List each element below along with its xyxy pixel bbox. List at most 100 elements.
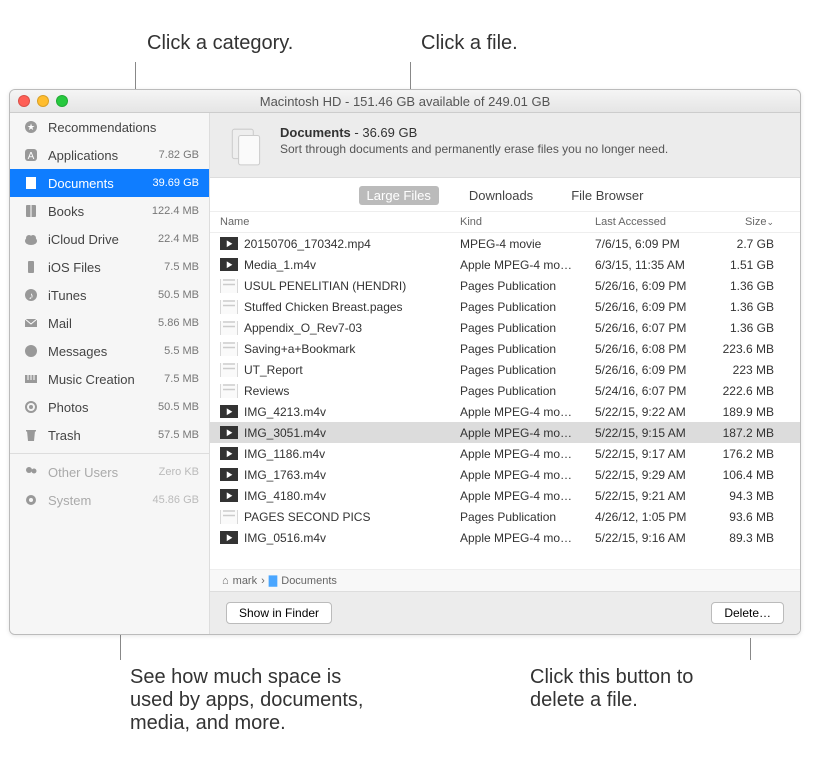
- file-date: 5/26/16, 6:09 PM: [595, 279, 710, 293]
- file-icon: [220, 300, 238, 314]
- sidebar-item-itunes[interactable]: ♪ iTunes 50.5 MB: [10, 281, 209, 309]
- file-kind: Apple MPEG-4 mo…: [460, 468, 595, 482]
- cloud-icon: [22, 230, 40, 248]
- show-in-finder-button[interactable]: Show in Finder: [226, 602, 332, 624]
- sidebar-item-label: Messages: [48, 344, 156, 359]
- breadcrumb[interactable]: ⌂ mark › ▇ Documents: [210, 569, 800, 591]
- sidebar-item-size: Zero KB: [159, 466, 199, 478]
- table-row[interactable]: IMG_4180.m4vApple MPEG-4 mo…5/22/15, 9:2…: [210, 485, 800, 506]
- sidebar-item-documents[interactable]: Documents39.69 GB: [10, 169, 209, 197]
- table-row[interactable]: IMG_1763.m4vApple MPEG-4 mo…5/22/15, 9:2…: [210, 464, 800, 485]
- tab-file-browser[interactable]: File Browser: [563, 186, 651, 205]
- sidebar-item-other-users: Other UsersZero KB: [10, 458, 209, 486]
- table-row[interactable]: IMG_1186.m4v Apple MPEG-4 mo…5/22/15, 9:1…: [210, 443, 800, 464]
- svg-text:★: ★: [27, 122, 35, 132]
- col-size[interactable]: Size⌄: [710, 216, 790, 228]
- file-icon: [220, 384, 238, 398]
- file-size: 189.9 MB: [710, 405, 790, 419]
- file-size: 1.51 GB: [710, 258, 790, 272]
- file-icon: [220, 258, 238, 272]
- table-row[interactable]: IMG_0516.m4vApple MPEG-4 mo…5/22/15, 9:1…: [210, 527, 800, 548]
- sidebar-item-label: iTunes: [48, 288, 150, 303]
- file-date: 5/24/16, 6:07 PM: [595, 384, 710, 398]
- sidebar-item-size: 22.4 MB: [158, 233, 199, 245]
- mail-icon: [22, 314, 40, 332]
- file-icon: [220, 279, 238, 293]
- callout-delete: Click this button to delete a file.: [530, 666, 740, 712]
- titlebar: Macintosh HD - 151.46 GB available of 24…: [10, 90, 800, 113]
- sidebar-item-applications[interactable]: AApplications7.82 GB: [10, 141, 209, 169]
- file-kind: Pages Publication: [460, 363, 595, 377]
- file-kind: Apple MPEG-4 mo…: [460, 258, 595, 272]
- file-size: 93.6 MB: [710, 510, 790, 524]
- table-row[interactable]: IMG_3051.m4vApple MPEG-4 mo…5/22/15, 9:1…: [210, 422, 800, 443]
- file-icon: [220, 447, 238, 461]
- table-row[interactable]: IMG_4213.m4vApple MPEG-4 mo…5/22/15, 9:2…: [210, 401, 800, 422]
- sidebar-item-size: 7.5 MB: [164, 373, 199, 385]
- col-name[interactable]: Name: [220, 216, 460, 228]
- file-kind: Apple MPEG-4 mo…: [460, 531, 595, 545]
- file-date: 5/26/16, 6:09 PM: [595, 363, 710, 377]
- callout-space: See how much space is used by apps, docu…: [130, 666, 390, 735]
- file-name: PAGES SECOND PICS: [244, 510, 370, 524]
- svg-text:♪: ♪: [29, 291, 34, 302]
- file-icon: [220, 489, 238, 503]
- sidebar: ★RecommendationsAApplications7.82 GBDocu…: [10, 113, 210, 634]
- table-row[interactable]: USUL PENELITIAN (HENDRI)Pages Publicatio…: [210, 275, 800, 296]
- table-row[interactable]: Saving+a+BookmarkPages Publication5/26/1…: [210, 338, 800, 359]
- tab-large-files[interactable]: Large Files: [359, 186, 439, 205]
- header-subtitle: Sort through documents and permanently e…: [280, 142, 784, 156]
- sidebar-item-size: 50.5 MB: [158, 401, 199, 413]
- file-date: 5/26/16, 6:07 PM: [595, 321, 710, 335]
- home-icon: ⌂: [222, 575, 229, 587]
- file-size: 223.6 MB: [710, 342, 790, 356]
- sidebar-item-ios-files[interactable]: iOS Files7.5 MB: [10, 253, 209, 281]
- tab-downloads[interactable]: Downloads: [461, 186, 541, 205]
- file-date: 5/22/15, 9:21 AM: [595, 489, 710, 503]
- file-name: IMG_1186.m4v: [244, 447, 325, 461]
- file-icon: [220, 405, 238, 419]
- col-kind[interactable]: Kind: [460, 216, 595, 228]
- sidebar-item-label: iOS Files: [48, 260, 156, 275]
- delete-button[interactable]: Delete…: [711, 602, 784, 624]
- sidebar-item-photos[interactable]: Photos 50.5 MB: [10, 393, 209, 421]
- tabs: Large Files Downloads File Browser: [210, 178, 800, 211]
- sidebar-item-recommendations[interactable]: ★Recommendations: [10, 113, 209, 141]
- sidebar-item-books[interactable]: Books 122.4 MB: [10, 197, 209, 225]
- sidebar-item-music-creation[interactable]: Music Creation7.5 MB: [10, 365, 209, 393]
- sidebar-item-size: 45.86 GB: [153, 494, 199, 506]
- col-date[interactable]: Last Accessed: [595, 216, 710, 228]
- header-title: Documents - 36.69 GB: [280, 125, 784, 140]
- file-kind: Apple MPEG-4 mo…: [460, 447, 595, 461]
- sidebar-item-label: Photos: [48, 400, 150, 415]
- file-date: 5/22/15, 9:22 AM: [595, 405, 710, 419]
- sidebar-item-mail[interactable]: Mail5.86 MB: [10, 309, 209, 337]
- trash-icon: [22, 426, 40, 444]
- file-name: UT_Report: [244, 363, 303, 377]
- file-size: 222.6 MB: [710, 384, 790, 398]
- table-row[interactable]: Appendix_O_Rev7-03✕⌕Pages Publication5/2…: [210, 317, 800, 338]
- table-row[interactable]: Media_1.m4vApple MPEG-4 mo…6/3/15, 11:35…: [210, 254, 800, 275]
- sidebar-item-icloud-drive[interactable]: iCloud Drive22.4 MB: [10, 225, 209, 253]
- sidebar-item-trash[interactable]: Trash57.5 MB: [10, 421, 209, 449]
- file-kind: Apple MPEG-4 mo…: [460, 426, 595, 440]
- sidebar-item-size: 122.4 MB: [152, 205, 199, 217]
- sidebar-item-label: Books: [48, 204, 144, 219]
- file-name: Stuffed Chicken Breast.pages: [244, 300, 403, 314]
- file-name: Appendix_O_Rev7-03: [244, 321, 362, 335]
- table-row[interactable]: PAGES SECOND PICSPages Publication4/26/1…: [210, 506, 800, 527]
- sidebar-item-label: Documents: [48, 176, 145, 191]
- sidebar-item-size: 50.5 MB: [158, 289, 199, 301]
- table-row[interactable]: Stuffed Chicken Breast.pagesPages Public…: [210, 296, 800, 317]
- category-header: Documents - 36.69 GB Sort through docume…: [210, 113, 800, 178]
- table-row[interactable]: ReviewsPages Publication5/24/16, 6:07 PM…: [210, 380, 800, 401]
- star-icon: ★: [22, 118, 40, 136]
- sidebar-item-size: 57.5 MB: [158, 429, 199, 441]
- file-icon: [220, 468, 238, 482]
- file-date: 4/26/12, 1:05 PM: [595, 510, 710, 524]
- file-date: 5/22/15, 9:17 AM: [595, 447, 710, 461]
- sidebar-item-messages[interactable]: Messages5.5 MB: [10, 337, 209, 365]
- table-row[interactable]: 20150706_170342.mp4MPEG-4 movie7/6/15, 6…: [210, 233, 800, 254]
- file-name: Media_1.m4v: [244, 258, 316, 272]
- table-row[interactable]: UT_Report Pages Publication5/26/16, 6:09 …: [210, 359, 800, 380]
